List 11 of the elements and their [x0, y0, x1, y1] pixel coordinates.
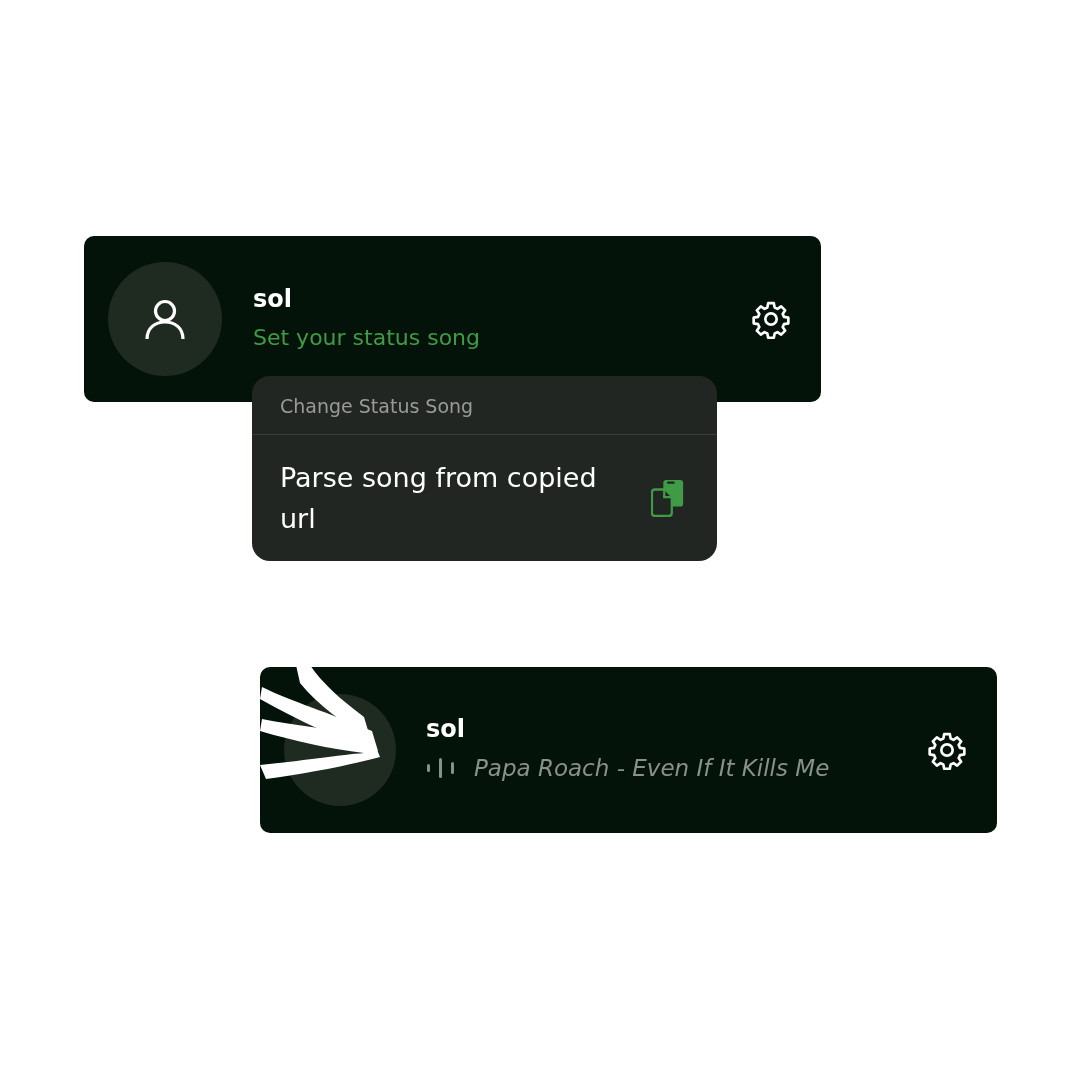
- menu-item[interactable]: Parse song from copied url: [252, 435, 717, 561]
- menu-title: Change Status Song: [252, 376, 717, 435]
- audio-bars-icon: [426, 757, 456, 779]
- settings-icon[interactable]: [751, 299, 791, 339]
- username: sol: [426, 715, 466, 743]
- menu-item-label: Parse song from copied url: [280, 461, 598, 536]
- settings-icon[interactable]: [927, 730, 967, 770]
- set-status-link[interactable]: Set your status song: [253, 324, 751, 350]
- username: sol: [253, 284, 293, 313]
- status-song: Papa Roach - Even If It Kills Me: [474, 755, 830, 781]
- copy-icon: [651, 479, 685, 517]
